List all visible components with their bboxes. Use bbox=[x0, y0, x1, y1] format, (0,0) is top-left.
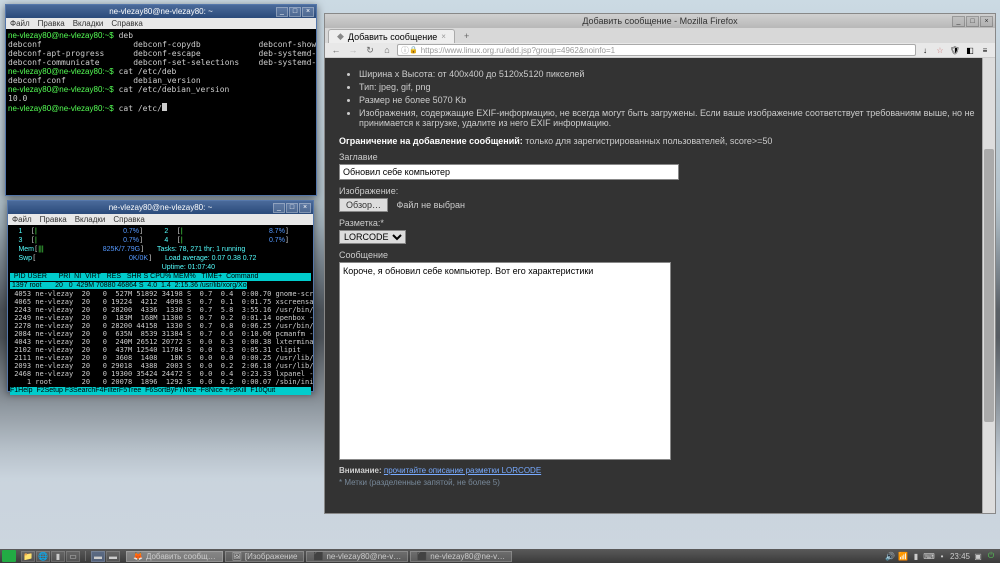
lock-screen-icon[interactable]: ▣ bbox=[973, 551, 983, 561]
taskbar-task-2[interactable]: ⬛ne-vlezay80@ne-v… bbox=[306, 551, 408, 562]
logout-icon[interactable]: ⏻ bbox=[986, 551, 996, 561]
tab-label: Добавить сообщение bbox=[348, 32, 437, 42]
menu2-file[interactable]: Файл bbox=[12, 215, 32, 224]
no-file-text: Файл не выбран bbox=[397, 200, 466, 210]
terminal1-content[interactable]: ne-vlezay80@ne-vlezay80:~$ deb debconf d… bbox=[6, 29, 316, 115]
terminal2-titlebar[interactable]: ne-vlezay80@ne-vlezay80: ~ _ □ × bbox=[8, 201, 313, 214]
firefox-maximize[interactable]: □ bbox=[966, 16, 979, 27]
volume-icon[interactable]: 🔊 bbox=[885, 551, 895, 561]
shield-icon: ⓘ bbox=[401, 45, 409, 56]
terminal-window-1[interactable]: ne-vlezay80@ne-vlezay80: ~ _ □ × Файл Пр… bbox=[5, 4, 317, 196]
menu2-help[interactable]: Справка bbox=[113, 215, 144, 224]
url-bar[interactable]: ⓘ 🔒 https://www.linux.org.ru/add.jsp?gro… bbox=[397, 44, 916, 56]
image-label: Изображение: bbox=[339, 186, 981, 196]
scrollbar[interactable] bbox=[982, 58, 995, 513]
firefox-titlebar[interactable]: Добавить сообщение - Mozilla Firefox _ □… bbox=[325, 14, 995, 28]
firefox-toolbar: ← → ↻ ⌂ ⓘ 🔒 https://www.linux.org.ru/add… bbox=[325, 43, 995, 58]
addon2-icon[interactable]: ◧ bbox=[964, 44, 976, 56]
menu2-edit[interactable]: Правка bbox=[40, 215, 67, 224]
download-icon[interactable]: ↓ bbox=[919, 44, 931, 56]
markup-select[interactable]: LORCODE bbox=[339, 230, 406, 244]
menu2-tabs[interactable]: Вкладки bbox=[75, 215, 106, 224]
library-icon[interactable]: ☆ bbox=[934, 44, 946, 56]
terminal2-close[interactable]: × bbox=[299, 203, 311, 213]
system-tray: 🔊 📶 ▮ ⌨ • 23:45 ▣ ⏻ bbox=[881, 551, 1000, 561]
taskbar-task-0[interactable]: 🦊Добавить сообщ… bbox=[126, 551, 223, 562]
terminal1-close[interactable]: × bbox=[302, 7, 314, 17]
rule-size: Размер не более 5070 Kb bbox=[359, 95, 981, 105]
firefox-minimize[interactable]: _ bbox=[952, 16, 965, 27]
home-button[interactable]: ⌂ bbox=[380, 44, 394, 56]
terminal1-titlebar[interactable]: ne-vlezay80@ne-vlezay80: ~ _ □ × bbox=[6, 5, 316, 18]
title-input[interactable] bbox=[339, 164, 679, 180]
lock-icon: 🔒 bbox=[409, 46, 418, 54]
workspace-2[interactable]: ▬ bbox=[106, 551, 120, 562]
firefox-window[interactable]: Добавить сообщение - Mozilla Firefox _ □… bbox=[324, 13, 996, 514]
start-button[interactable] bbox=[2, 550, 16, 562]
firefox-tabstrip: ◆ Добавить сообщение × + bbox=[325, 28, 995, 43]
taskbar-task-3[interactable]: ⬛ne-vlezay80@ne-v… bbox=[410, 551, 512, 562]
forward-button[interactable]: → bbox=[346, 44, 360, 56]
taskbar-separator bbox=[85, 551, 86, 561]
message-textarea[interactable] bbox=[339, 262, 671, 460]
terminal1-title: ne-vlezay80@ne-vlezay80: ~ bbox=[9, 7, 313, 16]
quick-launch-term[interactable]: ▮ bbox=[51, 551, 65, 562]
taskbar-task-1[interactable]: 🖼[Изображение bbox=[225, 551, 305, 562]
lorcode-link[interactable]: прочитайте описание разметки LORCODE bbox=[384, 466, 541, 475]
attention-text: Внимание: прочитайте описание разметки L… bbox=[339, 466, 981, 475]
terminal2-content[interactable]: 1 [| 0.7%] 2 [| 8.7%] 3 [| 0.7%] 4 [| 0.… bbox=[8, 225, 313, 397]
rule-type: Тип: jpeg, gif, png bbox=[359, 82, 981, 92]
reload-button[interactable]: ↻ bbox=[363, 44, 377, 56]
back-button[interactable]: ← bbox=[329, 44, 343, 56]
firefox-close[interactable]: × bbox=[980, 16, 993, 27]
restriction-text: Ограничение на добавление сообщений: тол… bbox=[339, 136, 981, 146]
terminal1-menubar: Файл Правка Вкладки Справка bbox=[6, 18, 316, 29]
firefox-title: Добавить сообщение - Mozilla Firefox bbox=[329, 16, 991, 26]
terminal1-minimize[interactable]: _ bbox=[276, 7, 288, 17]
quick-launch-fm[interactable]: 📁 bbox=[21, 551, 35, 562]
browse-button[interactable]: Обзор… bbox=[339, 198, 388, 212]
menu-file[interactable]: Файл bbox=[10, 19, 30, 28]
rule-exif: Изображения, содержащие EXIF-информацию,… bbox=[359, 108, 981, 128]
message-label: Сообщение bbox=[339, 250, 981, 260]
addon-icon[interactable]: 🛡 bbox=[949, 44, 961, 56]
menu-icon[interactable]: ≡ bbox=[979, 44, 991, 56]
terminal-window-2[interactable]: ne-vlezay80@ne-vlezay80: ~ _ □ × Файл Пр… bbox=[7, 200, 314, 392]
tab-close-icon[interactable]: × bbox=[441, 32, 446, 41]
menu-help[interactable]: Справка bbox=[111, 19, 142, 28]
new-tab-button[interactable]: + bbox=[458, 29, 475, 43]
terminal1-maximize[interactable]: □ bbox=[289, 7, 301, 17]
terminal2-maximize[interactable]: □ bbox=[286, 203, 298, 213]
taskbar: 📁 🌐 ▮ ▭ ▬ ▬ 🦊Добавить сообщ…🖼[Изображени… bbox=[0, 549, 1000, 563]
terminal2-title: ne-vlezay80@ne-vlezay80: ~ bbox=[11, 203, 310, 212]
quick-launch-web[interactable]: 🌐 bbox=[36, 551, 50, 562]
tab-favicon: ◆ bbox=[337, 31, 344, 42]
url-text: https://www.linux.org.ru/add.jsp?group=4… bbox=[421, 46, 615, 55]
rule-dims: Ширина х Высота: от 400x400 до 5120x5120… bbox=[359, 69, 981, 79]
keyboard-icon[interactable]: ⌨ bbox=[924, 551, 934, 561]
workspace-1[interactable]: ▬ bbox=[91, 551, 105, 562]
network-icon[interactable]: 📶 bbox=[898, 551, 908, 561]
quick-launch-desk[interactable]: ▭ bbox=[66, 551, 80, 562]
tags-hint: * Метки (разделенные запятой, не более 5… bbox=[339, 478, 981, 487]
firefox-page: Ширина х Высота: от 400x400 до 5120x5120… bbox=[325, 58, 995, 513]
firefox-tab-active[interactable]: ◆ Добавить сообщение × bbox=[328, 29, 455, 43]
terminal2-menubar: Файл Правка Вкладки Справка bbox=[8, 214, 313, 225]
menu-tabs[interactable]: Вкладки bbox=[73, 19, 104, 28]
battery-icon[interactable]: ▮ bbox=[911, 551, 921, 561]
terminal2-minimize[interactable]: _ bbox=[273, 203, 285, 213]
scrollbar-thumb[interactable] bbox=[984, 149, 994, 422]
clock[interactable]: 23:45 bbox=[950, 552, 970, 561]
menu-edit[interactable]: Правка bbox=[38, 19, 65, 28]
markup-label: Разметка:* bbox=[339, 218, 981, 228]
title-label: Заглавие bbox=[339, 152, 981, 162]
tray-icon[interactable]: • bbox=[937, 551, 947, 561]
